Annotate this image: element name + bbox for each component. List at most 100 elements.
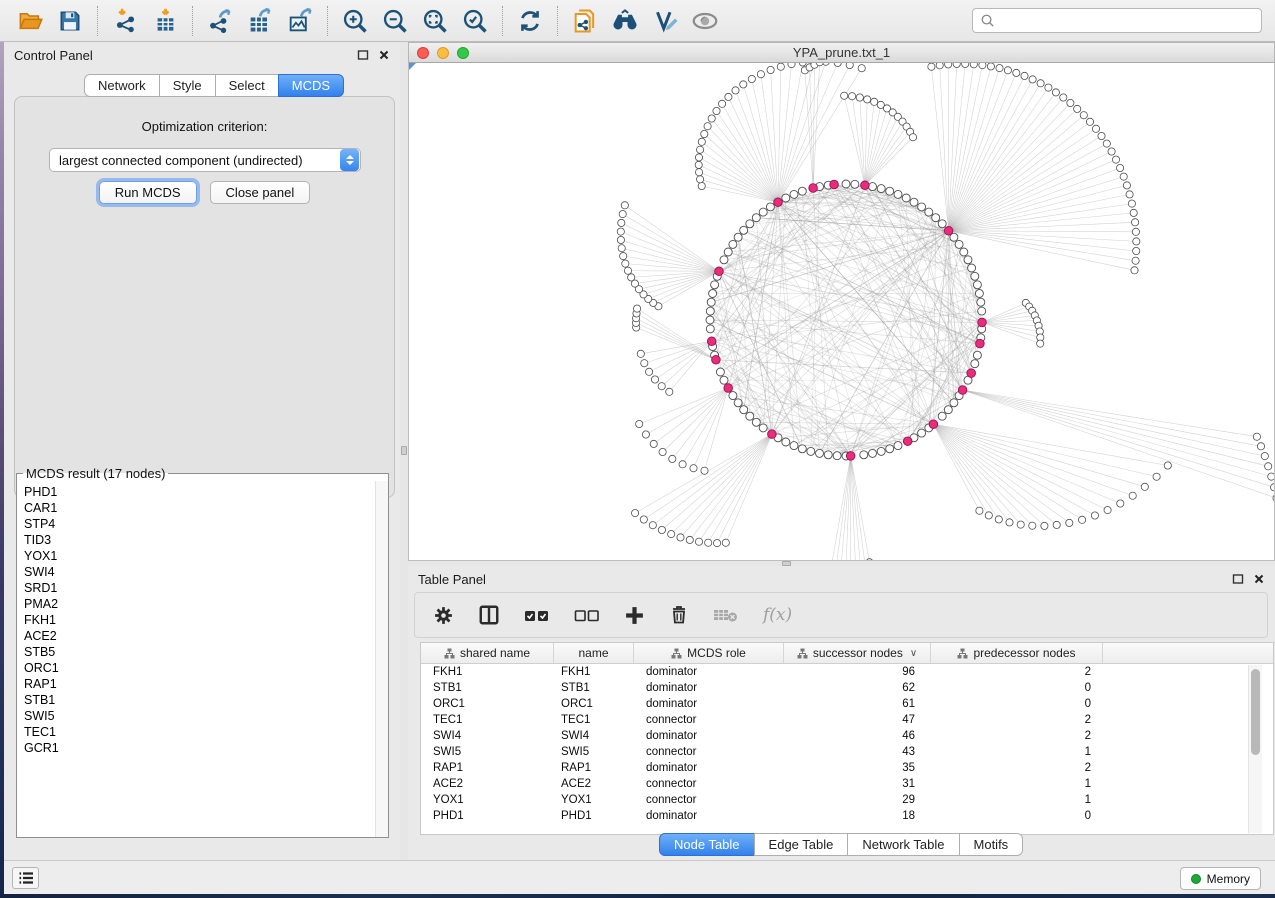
mcds-result-item[interactable]: PMA2	[24, 596, 373, 612]
graph-leaf-node[interactable]	[1129, 492, 1136, 499]
graph-hub-node[interactable]	[929, 420, 938, 429]
graph-hub-node[interactable]	[724, 384, 733, 393]
graph-leaf-node[interactable]	[695, 161, 702, 168]
graph-leaf-node[interactable]	[1117, 164, 1124, 171]
graph-leaf-node[interactable]	[1131, 267, 1138, 274]
run-mcds-button[interactable]: Run MCDS	[99, 181, 197, 204]
graph-node[interactable]	[925, 208, 933, 216]
graph-leaf-node[interactable]	[1041, 522, 1048, 529]
task-history-button[interactable]	[12, 867, 39, 889]
mcds-result-item[interactable]: SWI5	[24, 708, 373, 724]
graph-hub-node[interactable]	[958, 386, 967, 395]
graph-leaf-node[interactable]	[1103, 140, 1110, 147]
graph-leaf-node[interactable]	[1079, 516, 1086, 523]
graph-leaf-node[interactable]	[1132, 219, 1139, 226]
graph-node[interactable]	[955, 240, 963, 248]
table-row[interactable]: PHD1PHD1dominator180	[421, 808, 1249, 824]
graph-node[interactable]	[824, 451, 832, 459]
export-network-icon[interactable]	[200, 4, 240, 38]
graph-leaf-node[interactable]	[1112, 156, 1119, 163]
graph-node[interactable]	[886, 187, 894, 195]
search-input[interactable]	[995, 14, 1254, 28]
graph-hub-node[interactable]	[809, 184, 818, 193]
close-panel-button[interactable]: Close panel	[210, 181, 311, 204]
graph-leaf-node[interactable]	[704, 123, 711, 130]
graph-node[interactable]	[975, 290, 983, 298]
graph-node[interactable]	[816, 449, 824, 457]
show-hide-eye-icon[interactable]	[685, 4, 725, 38]
graph-leaf-node[interactable]	[719, 100, 726, 107]
mcds-result-item[interactable]: RAP1	[24, 676, 373, 692]
graph-hub-node[interactable]	[978, 318, 987, 327]
zoom-in-icon[interactable]	[335, 4, 375, 38]
new-network-from-selection-icon[interactable]	[565, 4, 605, 38]
graph-node[interactable]	[877, 447, 885, 455]
zoom-out-icon[interactable]	[375, 4, 415, 38]
graph-leaf-node[interactable]	[1128, 200, 1135, 207]
graph-leaf-node[interactable]	[1120, 173, 1127, 180]
graph-hub-node[interactable]	[967, 369, 976, 378]
graph-node[interactable]	[729, 392, 737, 400]
graph-leaf-node[interactable]	[722, 539, 729, 546]
save-session-icon[interactable]	[50, 4, 90, 38]
graph-leaf-node[interactable]	[621, 202, 628, 209]
graph-leaf-node[interactable]	[698, 182, 705, 189]
graph-leaf-node[interactable]	[767, 66, 774, 73]
graph-leaf-node[interactable]	[1126, 191, 1133, 198]
graph-node[interactable]	[964, 256, 972, 264]
graph-leaf-node[interactable]	[1067, 99, 1074, 106]
graph-node[interactable]	[973, 281, 981, 289]
graph-leaf-node[interactable]	[705, 539, 712, 546]
graph-leaf-node[interactable]	[1045, 84, 1052, 91]
graph-leaf-node[interactable]	[1273, 495, 1274, 502]
graph-node[interactable]	[740, 406, 748, 414]
graph-leaf-node[interactable]	[1086, 118, 1093, 125]
graph-node[interactable]	[918, 429, 926, 437]
graph-hub-node[interactable]	[768, 430, 777, 439]
graph-leaf-node[interactable]	[1268, 473, 1274, 480]
graph-leaf-node[interactable]	[641, 360, 648, 367]
mcds-result-item[interactable]: TID3	[24, 532, 373, 548]
graph-leaf-node[interactable]	[1141, 483, 1148, 490]
graph-node[interactable]	[706, 325, 714, 333]
graph-leaf-node[interactable]	[677, 534, 684, 541]
graph-leaf-node[interactable]	[713, 107, 720, 114]
graph-node[interactable]	[782, 438, 790, 446]
graph-leaf-node[interactable]	[856, 94, 863, 101]
graph-node[interactable]	[977, 298, 985, 306]
graph-leaf-node[interactable]	[936, 63, 943, 69]
graph-leaf-node[interactable]	[695, 538, 702, 545]
mcds-result-item[interactable]: PHD1	[24, 484, 373, 500]
graph-leaf-node[interactable]	[757, 71, 764, 78]
graph-node[interactable]	[759, 424, 767, 432]
graph-leaf-node[interactable]	[945, 63, 952, 68]
table-settings-gear-icon[interactable]	[433, 605, 454, 626]
column-header-MCDS-role[interactable]: MCDS role	[634, 643, 784, 663]
graph-node[interactable]	[706, 307, 714, 315]
graph-node[interactable]	[886, 445, 894, 453]
graph-leaf-node[interactable]	[669, 455, 676, 462]
column-header-shared-name[interactable]: shared name	[421, 643, 554, 663]
graph-leaf-node[interactable]	[1132, 257, 1139, 264]
mcds-result-item[interactable]: ACE2	[24, 628, 373, 644]
graph-leaf-node[interactable]	[658, 383, 665, 390]
graph-leaf-node[interactable]	[668, 531, 675, 538]
graph-leaf-node[interactable]	[696, 169, 703, 176]
tab-edge-table[interactable]: Edge Table	[754, 833, 849, 856]
graph-leaf-node[interactable]	[1164, 462, 1171, 469]
graph-leaf-node[interactable]	[866, 559, 873, 560]
graph-node[interactable]	[716, 368, 724, 376]
graph-node[interactable]	[709, 290, 717, 298]
graph-leaf-node[interactable]	[714, 540, 721, 547]
graph-node[interactable]	[950, 399, 958, 407]
graph-hub-node[interactable]	[976, 339, 985, 348]
graph-node[interactable]	[790, 190, 798, 198]
graph-leaf-node[interactable]	[628, 274, 635, 281]
graph-leaf-node[interactable]	[996, 65, 1003, 72]
tab-motifs[interactable]: Motifs	[959, 833, 1024, 856]
graph-leaf-node[interactable]	[649, 522, 656, 529]
memory-button[interactable]: Memory	[1180, 867, 1261, 890]
graph-leaf-node[interactable]	[777, 63, 784, 70]
graph-leaf-node[interactable]	[1108, 148, 1115, 155]
graph-node[interactable]	[910, 198, 918, 206]
